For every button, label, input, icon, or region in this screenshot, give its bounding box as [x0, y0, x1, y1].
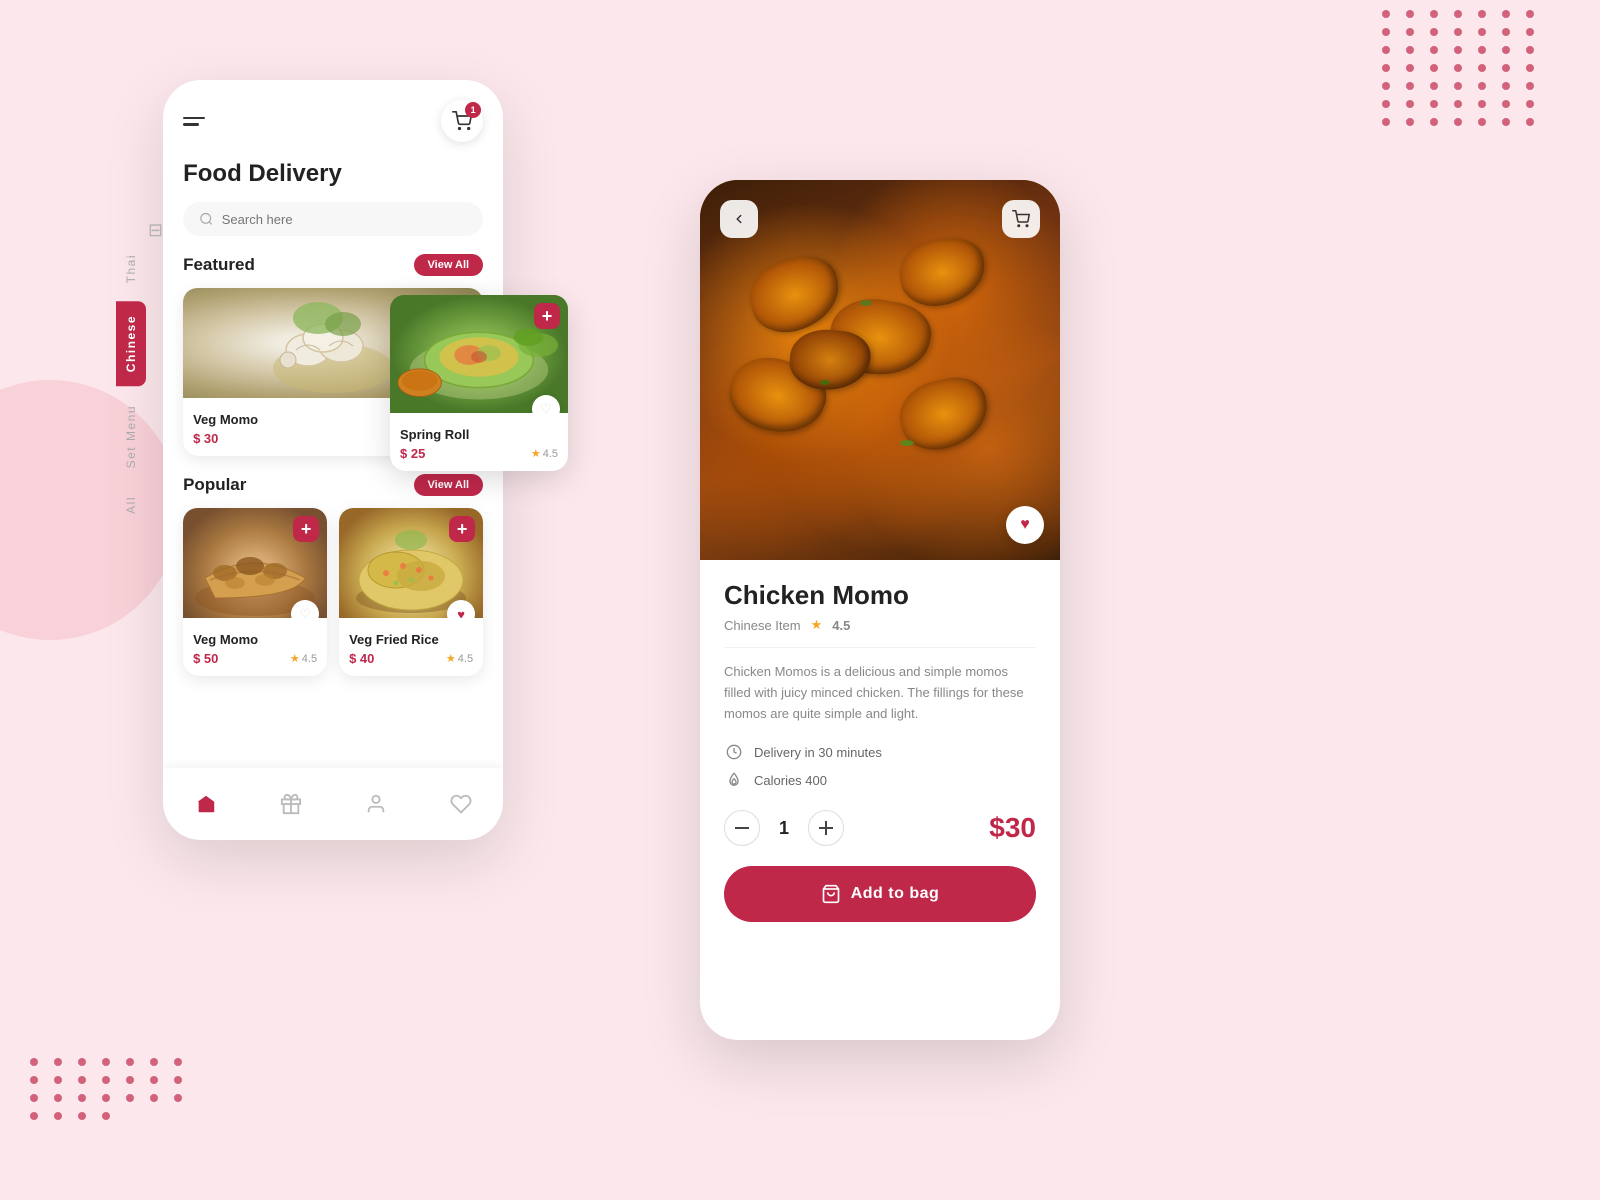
bottom-nav — [163, 768, 503, 840]
decorative-dots-topright — [1382, 10, 1540, 126]
popular-veg-momo-add-button[interactable]: + — [293, 516, 319, 542]
clock-icon — [724, 742, 744, 762]
detail-back-button[interactable] — [720, 200, 758, 238]
quantity-decrement[interactable] — [724, 810, 760, 846]
popular-card-veg-momo: + ♡ Veg Momo $ 50 ★ 4.5 — [183, 508, 327, 676]
add-to-bag-button[interactable]: Add to bag — [724, 866, 1036, 922]
filter-icon[interactable]: ⊟ — [148, 220, 163, 241]
popular-card-veg-fried-rice: + ♥ Veg Fried Rice $ 40 ★ 4.5 — [339, 508, 483, 676]
detail-content: Chicken Momo Chinese Item ★ 4.5 Chicken … — [700, 560, 1060, 942]
calories-info: Calories 400 — [724, 770, 1036, 790]
popular-cards-row: + ♡ Veg Momo $ 50 ★ 4.5 — [183, 508, 483, 676]
fire-icon — [724, 770, 744, 790]
tab-set-menu[interactable]: Set Menu — [116, 391, 146, 482]
phone2-detail: ♥ Chicken Momo Chinese Item ★ 4.5 Chicke… — [700, 180, 1060, 1040]
featured-view-all[interactable]: View All — [414, 254, 484, 276]
divider-1 — [724, 647, 1036, 648]
quantity-control: 1 — [724, 810, 844, 846]
decorative-dots-bottomleft — [30, 1058, 188, 1120]
detail-meta: Chinese Item ★ 4.5 — [724, 617, 1036, 633]
search-bar[interactable] — [183, 202, 483, 236]
heart-outline-icon — [450, 793, 472, 815]
hamburger-menu[interactable] — [183, 117, 205, 126]
tab-all[interactable]: All — [116, 482, 146, 528]
page-title: Food Delivery — [183, 160, 483, 188]
featured-label: Featured — [183, 255, 255, 275]
detail-rating-value: 4.5 — [832, 618, 850, 633]
nav-gift[interactable] — [280, 793, 302, 815]
detail-item-name: Chicken Momo — [724, 580, 1036, 611]
spring-roll-name: Spring Roll — [400, 427, 558, 442]
search-input[interactable] — [222, 212, 467, 227]
nav-favorites[interactable] — [450, 793, 472, 815]
popular-veg-momo-rating: ★ 4.5 — [290, 652, 317, 665]
popular-section-header: Popular View All — [183, 474, 483, 496]
nav-home[interactable] — [195, 793, 217, 815]
spring-roll-add-button[interactable]: + — [534, 303, 560, 329]
detail-fav-button[interactable]: ♥ — [1006, 506, 1044, 544]
veg-fried-rice-image: + ♥ — [339, 508, 483, 618]
detail-rating-star: ★ — [811, 617, 823, 633]
veg-fried-rice-add-button[interactable]: + — [449, 516, 475, 542]
side-icons: ⊟ — [148, 80, 163, 241]
cart-button[interactable]: 1 — [441, 100, 483, 142]
detail-food-image: ♥ — [700, 180, 1060, 560]
veg-fried-rice-name: Veg Fried Rice — [349, 632, 473, 647]
detail-description: Chicken Momos is a delicious and simple … — [724, 662, 1036, 724]
spring-roll-image: + ♡ — [390, 295, 568, 413]
spring-roll-card: + ♡ Spring Roll $ 25 ★ 4.5 — [390, 295, 568, 471]
veg-fried-rice-price: $ 40 — [349, 651, 374, 666]
delivery-info: Delivery in 30 minutes — [724, 742, 1036, 762]
calories-text: Calories 400 — [754, 773, 827, 788]
phone1-header: 1 — [183, 100, 483, 142]
spring-roll-price-row: $ 25 ★ 4.5 — [400, 446, 558, 461]
detail-price: $30 — [989, 812, 1036, 844]
nav-profile[interactable] — [365, 793, 387, 815]
popular-veg-momo-price: $ 50 — [193, 651, 218, 666]
add-to-bag-label: Add to bag — [851, 885, 940, 903]
person-icon — [365, 793, 387, 815]
detail-cart-button[interactable] — [1002, 200, 1040, 238]
detail-category: Chinese Item — [724, 618, 801, 633]
quantity-value: 1 — [774, 818, 794, 839]
veg-momo-price: $ 30 — [193, 431, 218, 446]
bag-icon — [821, 884, 841, 904]
popular-view-all[interactable]: View All — [414, 474, 484, 496]
popular-label: Popular — [183, 475, 246, 495]
tab-chinese[interactable]: Chinese — [116, 301, 146, 386]
veg-fried-rice-price-row: $ 40 ★ 4.5 — [349, 651, 473, 666]
category-tabs: Thai Chinese Set Menu All — [116, 240, 146, 528]
popular-veg-momo-name: Veg Momo — [193, 632, 317, 647]
gift-icon — [280, 793, 302, 815]
spring-roll-rating: ★ 4.5 — [531, 447, 558, 460]
search-icon — [199, 211, 214, 227]
home-icon — [195, 793, 217, 815]
popular-veg-momo-price-row: $ 50 ★ 4.5 — [193, 651, 317, 666]
delivery-text: Delivery in 30 minutes — [754, 745, 882, 760]
detail-order-row: 1 $30 — [724, 810, 1036, 846]
featured-section-header: Featured View All — [183, 254, 483, 276]
quantity-increment[interactable] — [808, 810, 844, 846]
spring-roll-price: $ 25 — [400, 446, 425, 461]
popular-veg-momo-image: + ♡ — [183, 508, 327, 618]
veg-fried-rice-rating: ★ 4.5 — [446, 652, 473, 665]
cart-badge: 1 — [465, 102, 481, 118]
tab-thai[interactable]: Thai — [116, 240, 146, 297]
detail-info-row: Delivery in 30 minutes Calories 400 — [724, 742, 1036, 790]
